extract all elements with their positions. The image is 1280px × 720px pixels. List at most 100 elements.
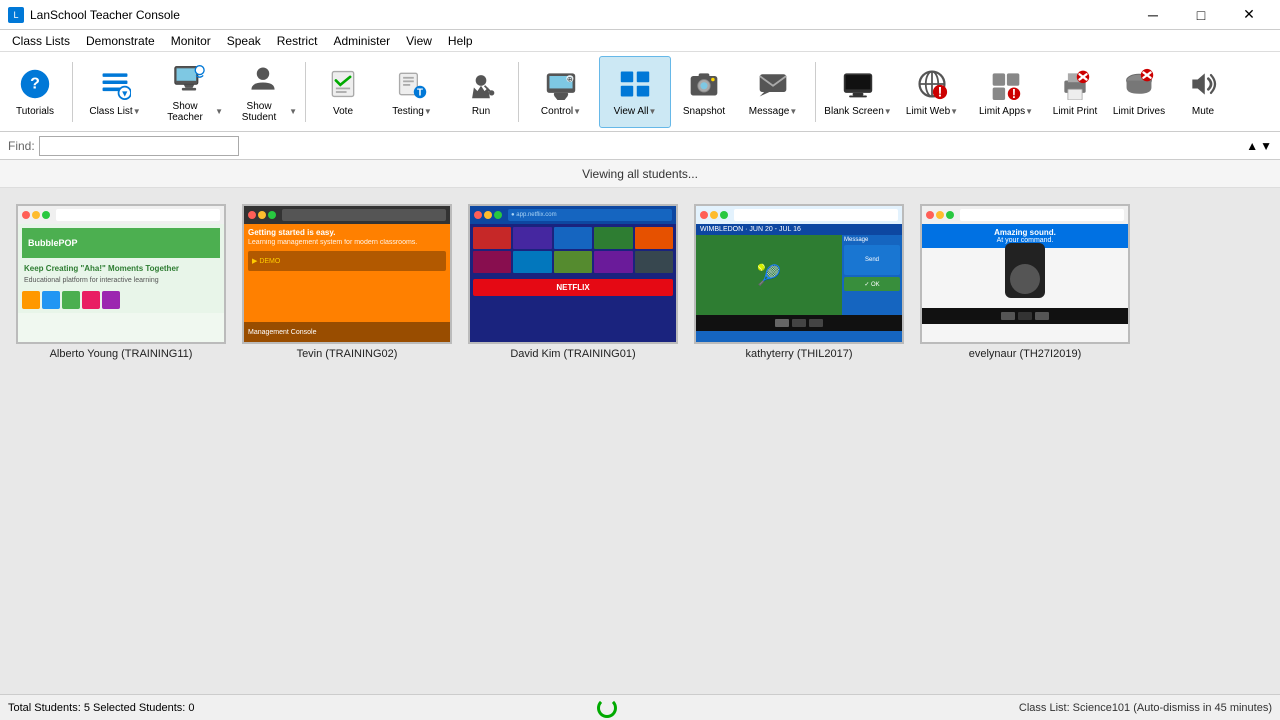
student-name-david: David Kim (TRAINING01) bbox=[510, 348, 635, 360]
student-card-david[interactable]: ● app.netflix.com bbox=[468, 204, 678, 360]
collapse-up-button[interactable]: ▲ bbox=[1246, 139, 1258, 153]
tutorials-button[interactable]: ? Tutorials bbox=[4, 56, 66, 128]
run-label: Run bbox=[472, 106, 490, 117]
message-arrow: ▼ bbox=[789, 107, 797, 116]
statusbar: Total Students: 5 Selected Students: 0 C… bbox=[0, 694, 1280, 720]
message-label-row: Message ▼ bbox=[749, 106, 798, 117]
student-count-text: Total Students: 5 Selected Students: 0 bbox=[8, 702, 195, 714]
student-thumbnail-david[interactable]: ● app.netflix.com bbox=[468, 204, 678, 344]
show-teacher-icon bbox=[171, 61, 207, 97]
show-teacher-label: Show Teacher bbox=[155, 101, 215, 123]
show-student-label-row: Show Student ▼ bbox=[229, 101, 297, 123]
refresh-icon bbox=[597, 698, 617, 718]
testing-label: Testing bbox=[392, 106, 424, 117]
testing-label-row: Testing ▼ bbox=[392, 106, 432, 117]
view-all-label-row: View All ▼ bbox=[614, 106, 657, 117]
menu-help[interactable]: Help bbox=[440, 32, 481, 50]
blank-screen-button[interactable]: Blank Screen ▼ bbox=[822, 56, 894, 128]
view-status-bar: Viewing all students... bbox=[0, 160, 1280, 188]
control-button[interactable]: ⊕ Control ▼ bbox=[525, 56, 597, 128]
class-list-button[interactable]: ▼ Class List ▼ bbox=[79, 56, 151, 128]
limit-web-label: Limit Web bbox=[906, 106, 950, 117]
search-input[interactable] bbox=[39, 136, 239, 156]
class-list-label: Class List bbox=[89, 106, 132, 117]
menu-restrict[interactable]: Restrict bbox=[269, 32, 326, 50]
limit-print-label: Limit Print bbox=[1053, 106, 1097, 117]
student-name-alberto: Alberto Young (TRAINING11) bbox=[50, 348, 193, 360]
search-collapse-controls: ▲ ▼ bbox=[1246, 139, 1272, 153]
titlebar: L LanSchool Teacher Console ─ □ ✕ bbox=[0, 0, 1280, 30]
menu-view[interactable]: View bbox=[398, 32, 440, 50]
class-list-arrow: ▼ bbox=[133, 107, 141, 116]
limit-drives-icon bbox=[1121, 66, 1157, 102]
view-all-label: View All bbox=[614, 106, 649, 117]
limit-print-button[interactable]: Limit Print bbox=[1044, 56, 1106, 128]
show-teacher-arrow: ▼ bbox=[215, 107, 223, 116]
limit-drives-button[interactable]: Limit Drives bbox=[1108, 56, 1170, 128]
menubar: Class Lists Demonstrate Monitor Speak Re… bbox=[0, 30, 1280, 52]
limit-web-button[interactable]: ! Limit Web ▼ bbox=[896, 56, 968, 128]
find-label: Find: bbox=[8, 139, 35, 153]
limit-apps-button[interactable]: ! Limit Apps ▼ bbox=[970, 56, 1042, 128]
separator-1 bbox=[72, 62, 73, 122]
tutorials-label: Tutorials bbox=[16, 106, 54, 117]
show-student-icon bbox=[245, 61, 281, 97]
class-list-icon: ▼ bbox=[97, 66, 133, 102]
student-card-tevin[interactable]: Getting started is easy. Learning manage… bbox=[242, 204, 452, 360]
limit-drives-label: Limit Drives bbox=[1113, 106, 1165, 117]
snapshot-button[interactable]: Snapshot bbox=[673, 56, 735, 128]
student-thumbnail-alberto[interactable]: BubblePOP Keep Creating "Aha!" Moments T… bbox=[16, 204, 226, 344]
mute-icon bbox=[1185, 66, 1221, 102]
toolbar: ? Tutorials ▼ Class List ▼ bbox=[0, 52, 1280, 132]
vote-icon bbox=[325, 66, 361, 102]
show-student-button[interactable]: Show Student ▼ bbox=[227, 56, 299, 128]
student-thumbnail-evelyn[interactable]: Amazing sound. At your command. bbox=[920, 204, 1130, 344]
tutorials-icon: ? bbox=[17, 66, 53, 102]
student-thumbnail-tevin[interactable]: Getting started is easy. Learning manage… bbox=[242, 204, 452, 344]
close-button[interactable]: ✕ bbox=[1226, 0, 1272, 30]
limit-web-label-row: Limit Web ▼ bbox=[906, 106, 958, 117]
menu-class-lists[interactable]: Class Lists bbox=[4, 32, 78, 50]
view-all-arrow: ▼ bbox=[648, 107, 656, 116]
statusbar-center bbox=[597, 698, 617, 718]
limit-apps-label-row: Limit Apps ▼ bbox=[979, 106, 1033, 117]
view-status-text: Viewing all students... bbox=[582, 167, 698, 181]
view-all-icon bbox=[617, 66, 653, 102]
class-list-label-row: Class List ▼ bbox=[89, 106, 140, 117]
view-all-button[interactable]: View All ▼ bbox=[599, 56, 671, 128]
show-teacher-button[interactable]: Show Teacher ▼ bbox=[153, 56, 225, 128]
testing-arrow: ▼ bbox=[424, 107, 432, 116]
collapse-down-button[interactable]: ▼ bbox=[1260, 139, 1272, 153]
minimize-button[interactable]: ─ bbox=[1130, 0, 1176, 30]
run-icon bbox=[463, 66, 499, 102]
blank-screen-label-row: Blank Screen ▼ bbox=[824, 106, 891, 117]
student-card-alberto[interactable]: BubblePOP Keep Creating "Aha!" Moments T… bbox=[16, 204, 226, 360]
titlebar-controls: ─ □ ✕ bbox=[1130, 0, 1272, 30]
app-title: LanSchool Teacher Console bbox=[30, 8, 180, 22]
blank-screen-icon bbox=[840, 66, 876, 102]
menu-speak[interactable]: Speak bbox=[219, 32, 269, 50]
maximize-button[interactable]: □ bbox=[1178, 0, 1224, 30]
svg-text:T: T bbox=[417, 88, 423, 99]
vote-button[interactable]: Vote bbox=[312, 56, 374, 128]
control-arrow: ▼ bbox=[573, 107, 581, 116]
menu-demonstrate[interactable]: Demonstrate bbox=[78, 32, 163, 50]
limit-web-icon: ! bbox=[914, 66, 950, 102]
menu-monitor[interactable]: Monitor bbox=[163, 32, 219, 50]
limit-print-icon bbox=[1057, 66, 1093, 102]
separator-4 bbox=[815, 62, 816, 122]
control-label: Control bbox=[541, 106, 573, 117]
student-card-kathy[interactable]: WIMBLEDON · JUN 20 - JUL 16 🎾 Message Se… bbox=[694, 204, 904, 360]
run-button[interactable]: Run bbox=[450, 56, 512, 128]
student-card-evelyn[interactable]: Amazing sound. At your command. bbox=[920, 204, 1130, 360]
mute-label: Mute bbox=[1192, 106, 1214, 117]
message-button[interactable]: Message ▼ bbox=[737, 56, 809, 128]
main-content: BubblePOP Keep Creating "Aha!" Moments T… bbox=[0, 188, 1280, 694]
testing-icon: T bbox=[394, 66, 430, 102]
mute-button[interactable]: Mute bbox=[1172, 56, 1234, 128]
student-thumbnail-kathy[interactable]: WIMBLEDON · JUN 20 - JUL 16 🎾 Message Se… bbox=[694, 204, 904, 344]
testing-button[interactable]: T Testing ▼ bbox=[376, 56, 448, 128]
student-name-evelyn: evelynaur (TH27I2019) bbox=[969, 348, 1082, 360]
svg-text:!: ! bbox=[938, 84, 943, 100]
menu-administer[interactable]: Administer bbox=[325, 32, 398, 50]
